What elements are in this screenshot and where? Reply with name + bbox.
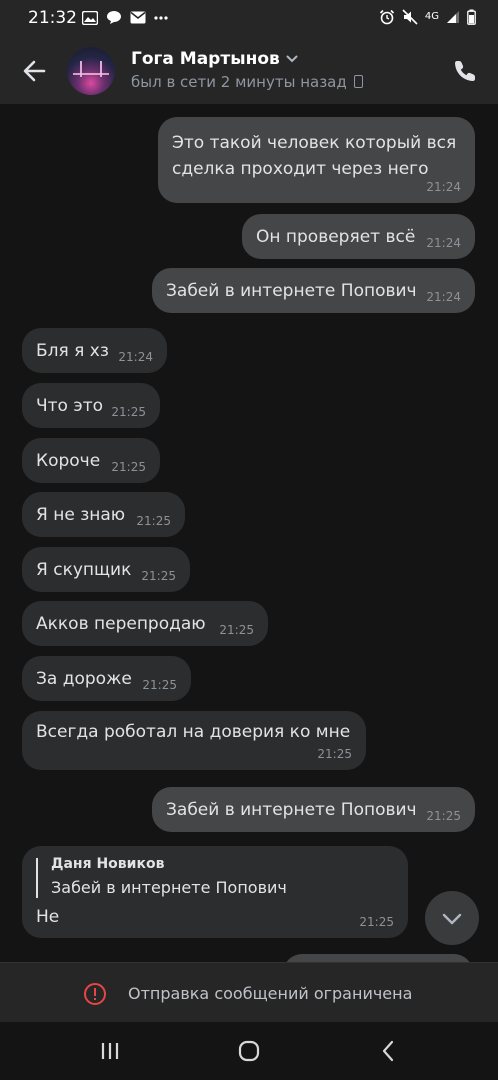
incoming-message[interactable]: Я не знаю 21:25	[22, 492, 185, 537]
message-time: 21:24	[426, 236, 461, 250]
phone-icon[interactable]	[452, 58, 478, 84]
avatar[interactable]	[67, 47, 115, 95]
incoming-message[interactable]: За дороже 21:25	[22, 656, 191, 701]
status-time: 21:32	[28, 8, 77, 28]
message-time: 21:25	[111, 460, 146, 474]
chat-header: Гога Мартынов был в сети 2 минуты назад	[0, 38, 498, 104]
message-time: 21:25	[136, 514, 171, 528]
message-text: Не	[36, 907, 60, 927]
message-text: Короче	[36, 451, 101, 471]
message-text: Это такой человек который вся сделка про…	[172, 133, 457, 179]
outgoing-message[interactable]: Он проверяет всё 21:24	[242, 214, 475, 259]
message-text: Я скупщик	[36, 560, 132, 580]
network-type: 4G	[424, 11, 439, 22]
status-bar: 21:32 4G	[0, 0, 498, 38]
reply-author[interactable]: Даня Новиков	[51, 855, 164, 873]
home-icon[interactable]	[236, 1038, 262, 1064]
message-time: 21:25	[317, 747, 352, 761]
back-arrow-icon[interactable]	[20, 56, 50, 86]
chat-icon	[107, 11, 121, 24]
message-list[interactable]: Это такой человек который вся сделка про…	[0, 104, 498, 962]
mobile-device-icon	[353, 75, 363, 88]
message-time: 21:25	[219, 623, 254, 637]
alarm-icon	[379, 9, 394, 25]
contact-status-text: был в сети 2 минуты назад	[131, 73, 347, 91]
contact-status: был в сети 2 минуты назад	[131, 73, 363, 91]
message-text: Бля я хз	[36, 341, 109, 361]
contact-name[interactable]: Гога Мартынов	[131, 49, 298, 69]
chevron-down-icon	[442, 913, 462, 925]
battery-icon	[467, 9, 476, 25]
incoming-message[interactable]: Акков перепродаю 21:25	[22, 601, 268, 646]
message-time: 21:25	[359, 915, 394, 929]
message-time: 21:25	[111, 405, 146, 419]
message-time: 21:24	[426, 180, 461, 194]
nav-back-icon[interactable]	[376, 1038, 402, 1064]
incoming-message[interactable]: Короче 21:25	[22, 438, 160, 483]
reply-quote-bar	[36, 858, 38, 898]
incoming-message[interactable]: Что это 21:25	[22, 383, 160, 428]
reply-text[interactable]: Забей в интернете Попович	[51, 877, 287, 899]
contact-name-text: Гога Мартынов	[131, 49, 280, 69]
more-dots-icon	[154, 15, 168, 20]
scroll-down-button[interactable]	[425, 891, 479, 945]
message-text: Я не знаю	[36, 505, 126, 525]
outgoing-message[interactable]: Это такой человек который вся сделка про…	[158, 117, 475, 203]
mail-icon	[130, 11, 146, 24]
message-text: Акков перепродаю	[36, 614, 206, 634]
message-time: 21:24	[426, 290, 461, 304]
message-time: 21:24	[118, 350, 153, 364]
restriction-text: Отправка сообщений ограничена	[128, 984, 413, 1003]
message-text: За дороже	[36, 669, 132, 689]
gallery-icon	[82, 10, 98, 25]
incoming-message[interactable]: Я скупщик 21:25	[22, 547, 190, 592]
messaging-restricted-bar: Отправка сообщений ограничена	[0, 962, 498, 1023]
mute-icon	[402, 9, 418, 25]
incoming-message[interactable]: Всегда роботал на доверия ко мне 21:25	[22, 711, 366, 770]
message-text: Он проверяет всё	[256, 227, 416, 247]
outgoing-message[interactable]: Забей в интернете Попович 21:25	[152, 787, 475, 832]
incoming-message[interactable]: Бля я хз 21:24	[22, 328, 167, 373]
message-text: Что это	[36, 396, 103, 416]
message-text: Забей в интернете Попович	[166, 281, 417, 301]
chevron-down-icon	[286, 55, 298, 63]
recent-apps-icon[interactable]	[97, 1038, 123, 1064]
outgoing-message[interactable]: Забей в интернете Попович 21:24	[152, 268, 475, 313]
message-time: 21:25	[141, 569, 176, 583]
signal-icon	[447, 11, 459, 23]
incoming-message[interactable]: Даня Новиков Забей в интернете Попович Не 2…	[22, 846, 408, 938]
warning-circle-icon	[84, 983, 106, 1005]
message-text: Забей в интернете Попович	[166, 800, 417, 820]
message-time: 21:25	[142, 678, 177, 692]
system-nav-bar	[0, 1022, 498, 1080]
message-text: Всегда роботал на доверия ко мне	[36, 722, 351, 742]
message-time: 21:25	[426, 809, 461, 823]
